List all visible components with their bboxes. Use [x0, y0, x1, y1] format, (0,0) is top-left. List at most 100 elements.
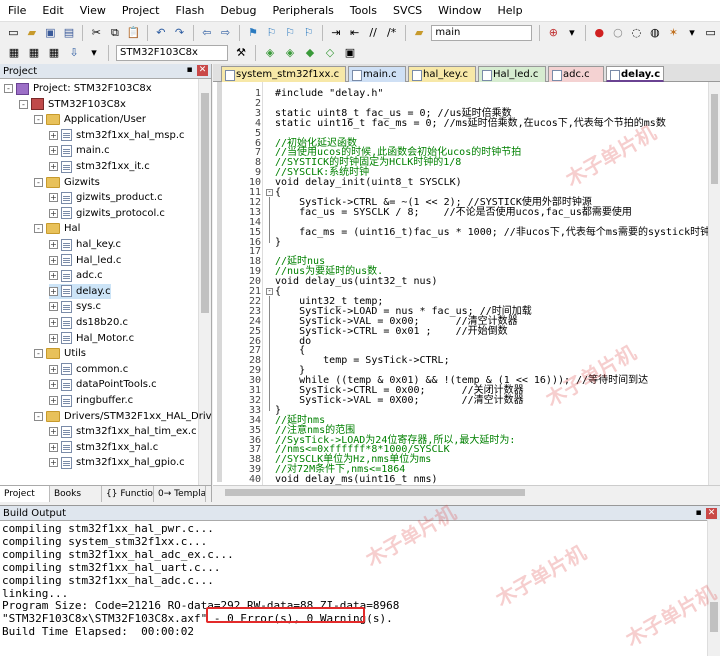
tree-item[interactable]: + adc.c: [49, 268, 103, 283]
tree-item[interactable]: - Application/User: [34, 112, 146, 127]
new-file-icon[interactable]: ▭: [6, 25, 21, 41]
unindent-icon[interactable]: ⇤: [347, 25, 362, 41]
tree-item[interactable]: + stm32f1xx_hal_msp.c: [49, 128, 185, 143]
collapse-icon[interactable]: -: [34, 224, 43, 234]
fold-toggle-icon[interactable]: -: [266, 288, 273, 295]
panel-tab[interactable]: Books: [50, 486, 102, 502]
bookmark-icon[interactable]: ⚑: [246, 25, 261, 41]
target-select[interactable]: STM32F103C8x: [116, 45, 228, 61]
save-icon[interactable]: ▣: [43, 25, 58, 41]
menu-svcs[interactable]: SVCS: [385, 0, 430, 22]
menu-project[interactable]: Project: [114, 0, 168, 22]
tree-item[interactable]: + common.c: [49, 362, 128, 377]
editor-tab[interactable]: system_stm32f1xx.c: [221, 66, 346, 82]
expand-icon[interactable]: +: [49, 333, 58, 343]
editor-tab[interactable]: Hal_led.c: [478, 66, 546, 82]
editor-hscrollbar[interactable]: [213, 485, 720, 499]
menu-flash[interactable]: Flash: [167, 0, 212, 22]
tree-item[interactable]: + gizwits_product.c: [49, 190, 163, 205]
breakpoint-icon[interactable]: ●: [592, 25, 607, 41]
manage-components-icon[interactable]: ◈: [282, 45, 298, 61]
tree-item[interactable]: - Hal: [34, 221, 80, 236]
bookmark-next-icon[interactable]: ⚐: [283, 25, 298, 41]
tree-item[interactable]: + ringbuffer.c: [49, 393, 133, 408]
tree-item[interactable]: + sys.c: [49, 299, 101, 314]
expand-icon[interactable]: +: [49, 396, 58, 405]
close-icon[interactable]: ✕: [197, 65, 208, 76]
tree-item[interactable]: - Project: STM32F103C8x: [4, 81, 152, 96]
tree-item[interactable]: + Hal_led.c: [49, 253, 121, 268]
comment-icon[interactable]: //: [366, 25, 381, 41]
open-folder-icon[interactable]: ▰: [25, 25, 40, 41]
download-icon[interactable]: ⇩: [66, 45, 82, 61]
breakpoint-kill-icon[interactable]: ◍: [648, 25, 663, 41]
expand-icon[interactable]: +: [49, 130, 58, 140]
menu-view[interactable]: View: [72, 0, 114, 22]
copy-icon[interactable]: ⧉: [108, 25, 123, 41]
expand-icon[interactable]: +: [49, 255, 58, 265]
panel-tab[interactable]: Project: [0, 486, 50, 502]
expand-icon[interactable]: +: [49, 286, 58, 296]
panel-tab[interactable]: {} Functio...: [102, 486, 154, 502]
tree-item[interactable]: + delay.c: [49, 283, 111, 299]
tree-item[interactable]: - Gizwits: [34, 175, 100, 190]
project-tree-scrollbar[interactable]: [198, 79, 211, 485]
menu-help[interactable]: Help: [490, 0, 531, 22]
breakpoint-list-icon[interactable]: ◌: [629, 25, 644, 41]
expand-icon[interactable]: +: [49, 442, 58, 452]
rte-icon[interactable]: ▣: [342, 45, 358, 61]
expand-icon[interactable]: +: [49, 302, 58, 312]
collapse-icon[interactable]: -: [34, 411, 43, 421]
menu-peripherals[interactable]: Peripherals: [265, 0, 342, 22]
build-icon[interactable]: ▦: [26, 45, 42, 61]
tree-item[interactable]: + stm32f1xx_hal.c: [49, 440, 158, 455]
bookmark-clear-icon[interactable]: ⚐: [301, 25, 316, 41]
cut-icon[interactable]: ✂: [89, 25, 104, 41]
indent-icon[interactable]: ⇥: [329, 25, 344, 41]
window-icon[interactable]: ▭: [703, 25, 718, 41]
collapse-icon[interactable]: -: [34, 177, 43, 187]
paste-icon[interactable]: 📋: [126, 25, 141, 41]
tree-item[interactable]: + Hal_Motor.c: [49, 331, 134, 346]
build-output-scrollbar[interactable]: [707, 520, 720, 656]
tree-item[interactable]: + ds18b20.c: [49, 315, 128, 330]
redo-icon[interactable]: ↷: [172, 25, 187, 41]
tree-item[interactable]: + hal_key.c: [49, 237, 121, 252]
close-icon[interactable]: ✕: [706, 508, 717, 519]
config-icon[interactable]: ✶: [666, 25, 681, 41]
collapse-icon[interactable]: -: [19, 99, 28, 109]
panel-tab[interactable]: 0→ Templa...: [154, 486, 206, 502]
expand-icon[interactable]: +: [49, 427, 58, 437]
expand-icon[interactable]: +: [49, 146, 58, 156]
code-editor[interactable]: 1 2 3 4 5 6 7 8 9 10 11 12 13 14 15 16 17 18 19 20 21 22 23 24 2…: [213, 82, 720, 485]
tree-item[interactable]: + stm32f1xx_hal_gpio.c: [49, 455, 185, 470]
tree-item[interactable]: + stm32f1xx_it.c: [49, 159, 150, 174]
save-all-icon[interactable]: ▤: [62, 25, 77, 41]
menu-file[interactable]: File: [0, 0, 34, 22]
bookmark-prev-icon[interactable]: ⚐: [264, 25, 279, 41]
pack-installer-icon[interactable]: ◆: [302, 45, 318, 61]
find-combo[interactable]: main: [431, 25, 533, 41]
nav-forward-icon[interactable]: ⇨: [218, 25, 233, 41]
expand-icon[interactable]: +: [49, 364, 58, 374]
dropdown-icon[interactable]: ▾: [565, 25, 580, 41]
menu-window[interactable]: Window: [430, 0, 489, 22]
manage-project-icon[interactable]: ◈: [262, 45, 278, 61]
menu-tools[interactable]: Tools: [342, 0, 385, 22]
rebuild-icon[interactable]: ▦: [46, 45, 62, 61]
expand-icon[interactable]: +: [49, 193, 58, 203]
editor-tab[interactable]: adc.c: [548, 66, 604, 82]
tree-item[interactable]: + main.c: [49, 143, 110, 158]
fold-toggle-icon[interactable]: -: [266, 189, 273, 196]
editor-tab[interactable]: delay.c: [606, 66, 664, 82]
collapse-icon[interactable]: -: [34, 115, 43, 125]
tree-item[interactable]: + stm32f1xx_hal_tim_ex.c: [49, 424, 197, 439]
editor-scrollbar[interactable]: [708, 82, 720, 485]
editor-tab[interactable]: hal_key.c: [408, 66, 476, 82]
expand-icon[interactable]: +: [49, 458, 58, 468]
download-dropdown-icon[interactable]: ▾: [86, 45, 102, 61]
find-icon[interactable]: ⊕: [546, 25, 561, 41]
collapse-icon[interactable]: -: [34, 349, 43, 359]
expand-icon[interactable]: +: [49, 380, 58, 390]
expand-icon[interactable]: +: [49, 240, 58, 249]
